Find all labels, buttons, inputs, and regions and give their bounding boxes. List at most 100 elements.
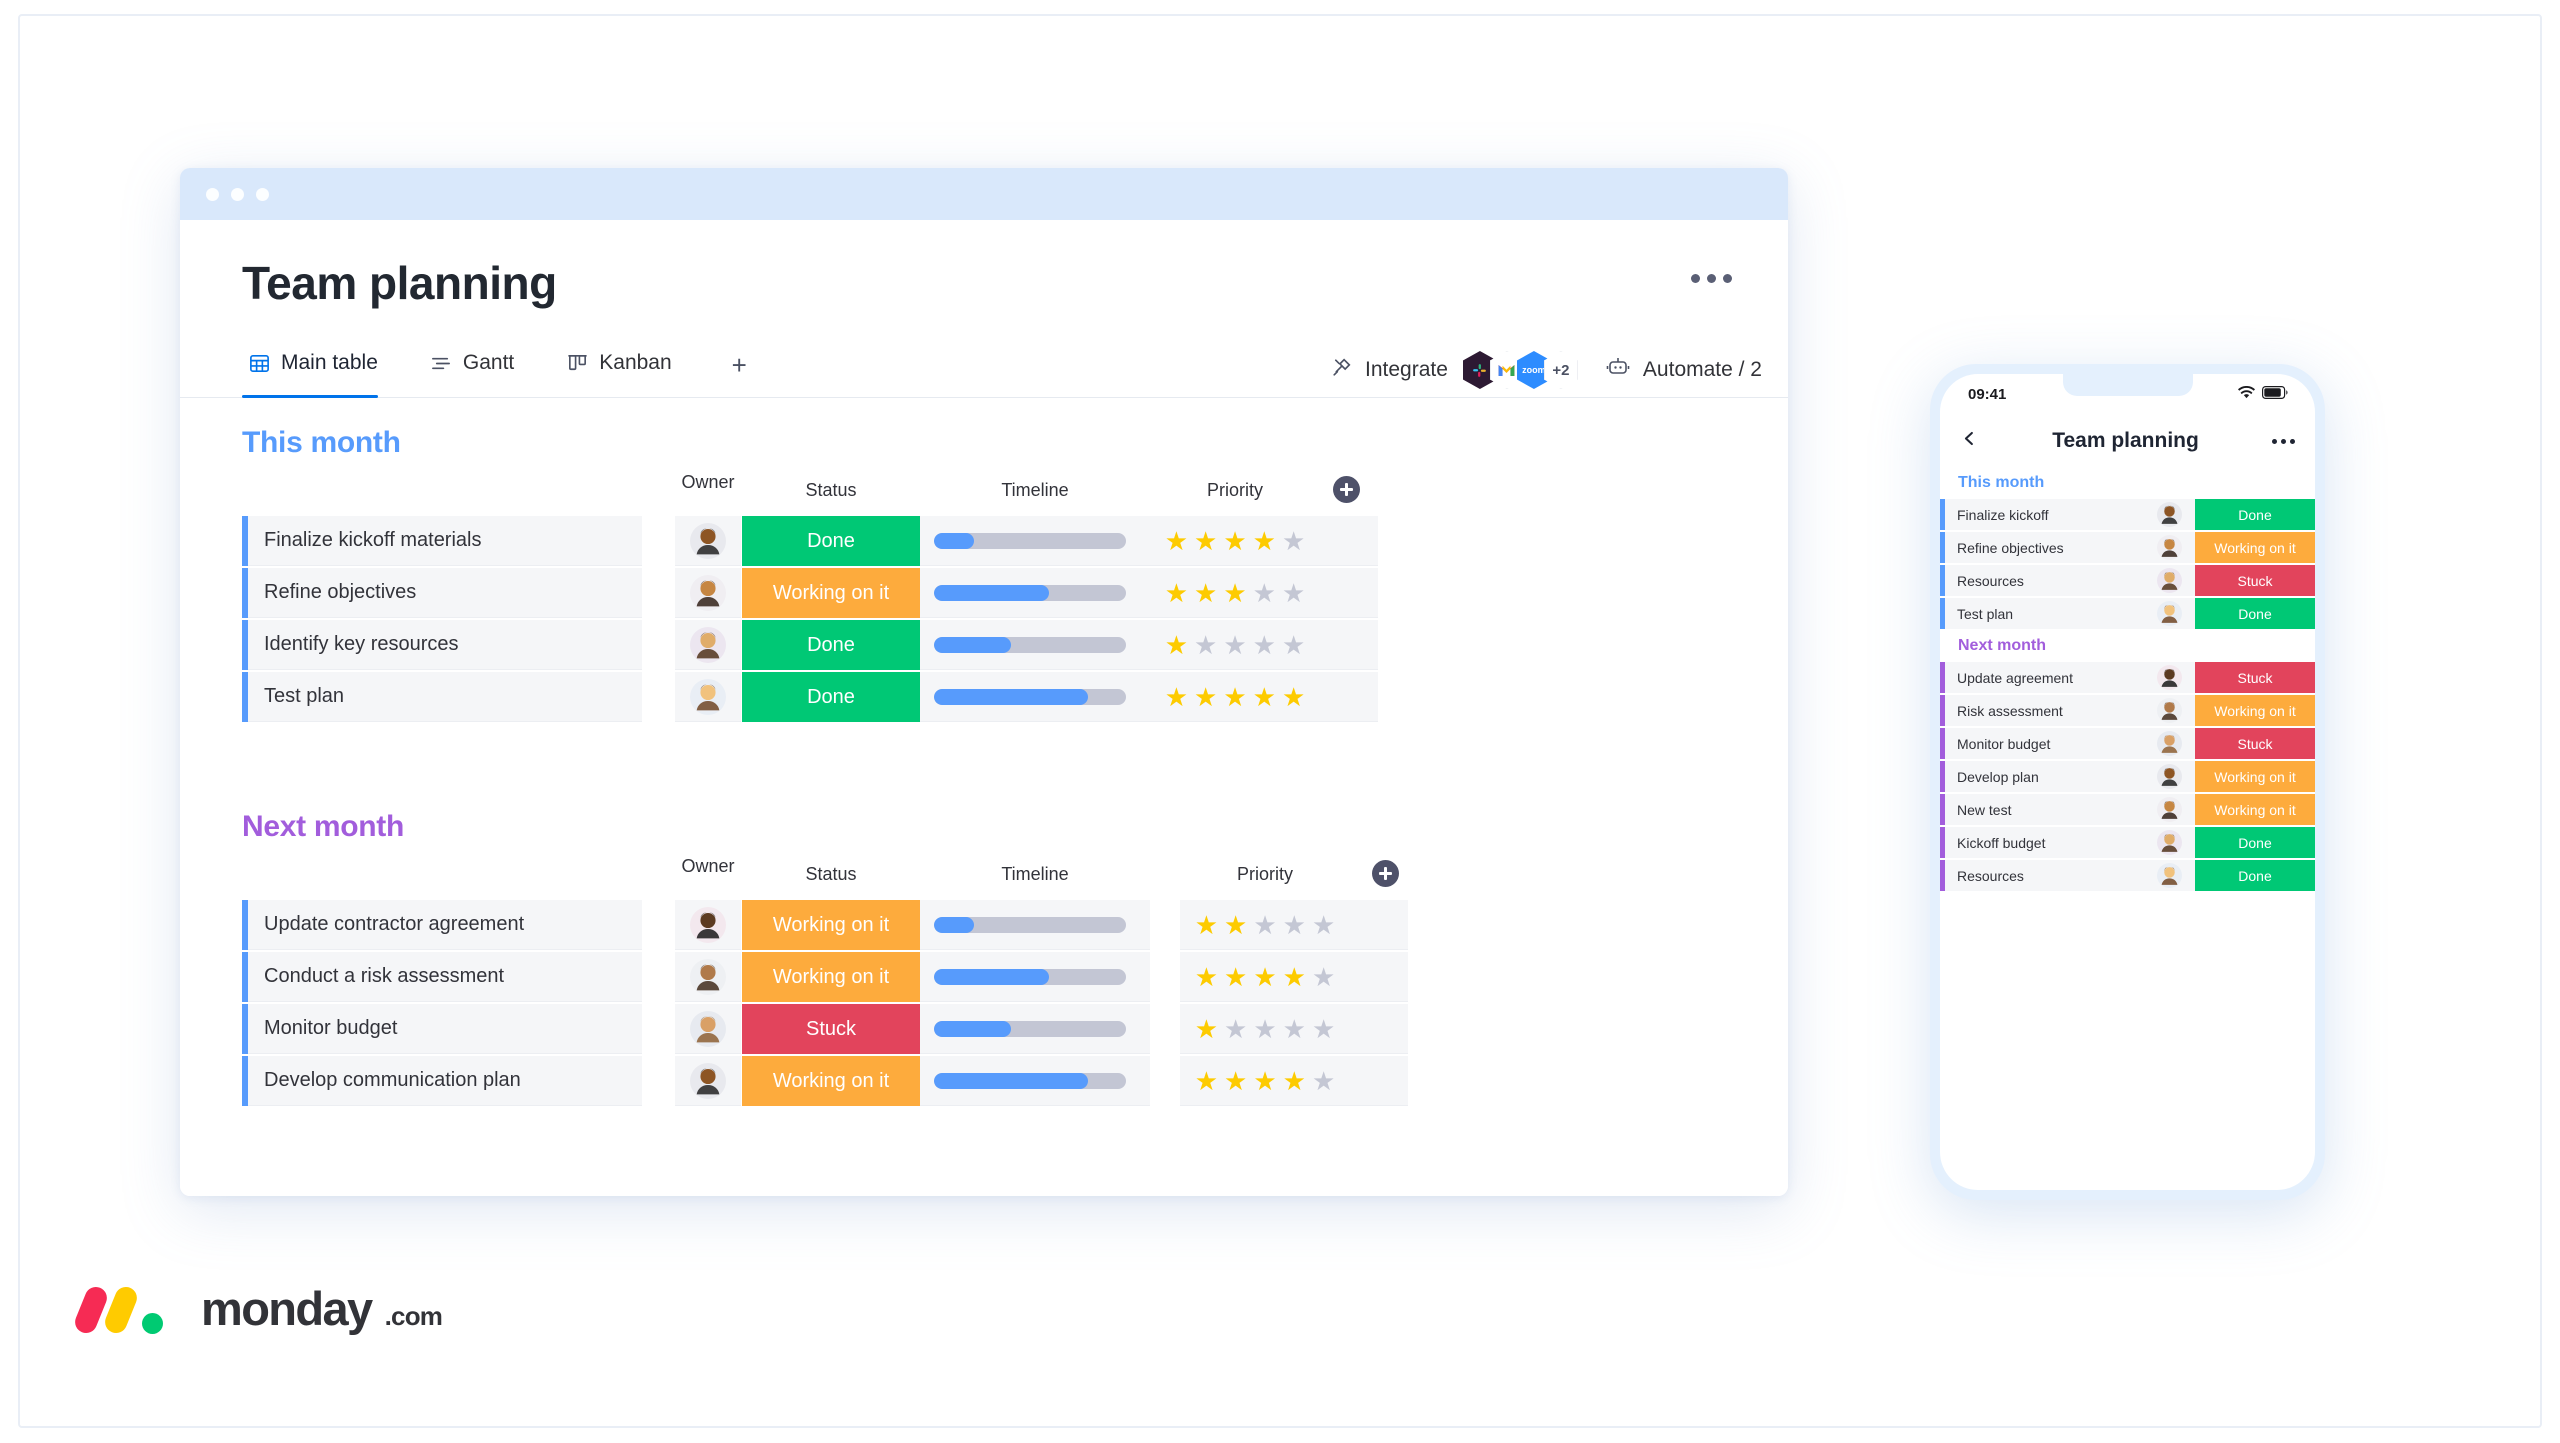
row-timeline-cell[interactable] [920, 1004, 1150, 1054]
mobile-row-owner[interactable] [2143, 565, 2195, 596]
row-owner-cell[interactable] [675, 620, 741, 670]
more-integrations-badge[interactable]: +2 [1544, 351, 1578, 389]
priority-star[interactable]: ★ [1165, 684, 1188, 710]
row-priority-cell[interactable]: ★★★★★ [1150, 620, 1320, 670]
mobile-status-badge[interactable]: Stuck [2195, 728, 2315, 759]
priority-star[interactable]: ★ [1195, 1016, 1218, 1042]
priority-star[interactable]: ★ [1253, 684, 1276, 710]
avatar[interactable] [2157, 568, 2182, 593]
row-empty-cell[interactable] [1320, 568, 1378, 618]
priority-star[interactable]: ★ [1253, 580, 1276, 606]
mobile-row-owner[interactable] [2143, 728, 2195, 759]
priority-star[interactable]: ★ [1165, 528, 1188, 554]
priority-star[interactable]: ★ [1312, 912, 1335, 938]
row-priority-cell[interactable]: ★★★★★ [1150, 568, 1320, 618]
window-close-dot[interactable] [206, 188, 219, 201]
priority-star[interactable]: ★ [1283, 964, 1306, 990]
mobile-list-item[interactable]: ResourcesDone [1940, 860, 2315, 891]
mobile-status-badge[interactable]: Stuck [2195, 662, 2315, 693]
mobile-list-item[interactable]: Kickoff budgetDone [1940, 827, 2315, 858]
avatar[interactable] [2157, 764, 2182, 789]
avatar[interactable] [690, 907, 726, 943]
row-priority-cell[interactable]: ★★★★★ [1180, 1004, 1350, 1054]
row-owner-cell[interactable] [675, 516, 741, 566]
priority-star[interactable]: ★ [1253, 912, 1276, 938]
priority-star[interactable]: ★ [1283, 912, 1306, 938]
timeline-progress-track[interactable] [934, 917, 1126, 933]
avatar[interactable] [690, 523, 726, 559]
mobile-list-item[interactable]: Refine objectivesWorking on it [1940, 532, 2315, 563]
mobile-row-owner[interactable] [2143, 499, 2195, 530]
row-priority-cell[interactable]: ★★★★★ [1150, 516, 1320, 566]
mobile-group-title[interactable]: This month [1940, 468, 2315, 499]
avatar[interactable] [690, 1063, 726, 1099]
row-status-cell[interactable]: Done [742, 620, 920, 670]
mobile-row-owner[interactable] [2143, 860, 2195, 891]
avatar[interactable] [2157, 665, 2182, 690]
mobile-list-item[interactable]: ResourcesStuck [1940, 565, 2315, 596]
integrate-button[interactable]: Integrate [1315, 351, 1592, 389]
mobile-status-badge[interactable]: Working on it [2195, 794, 2315, 825]
row-timeline-cell[interactable] [920, 952, 1150, 1002]
row-empty-cell[interactable] [1320, 620, 1378, 670]
avatar[interactable] [690, 627, 726, 663]
mobile-status-badge[interactable]: Stuck [2195, 565, 2315, 596]
priority-star[interactable]: ★ [1223, 684, 1246, 710]
row-empty-cell[interactable] [1320, 672, 1378, 722]
avatar[interactable] [690, 679, 726, 715]
avatar[interactable] [2157, 502, 2182, 527]
priority-star[interactable]: ★ [1195, 964, 1218, 990]
tab-kanban[interactable]: Kanban [560, 342, 693, 398]
window-minimize-dot[interactable] [231, 188, 244, 201]
row-priority-cell[interactable]: ★★★★★ [1150, 672, 1320, 722]
row-owner-cell[interactable] [675, 1056, 741, 1106]
priority-star[interactable]: ★ [1282, 632, 1305, 658]
row-status-cell[interactable]: Working on it [742, 568, 920, 618]
row-timeline-cell[interactable] [920, 672, 1150, 722]
priority-star[interactable]: ★ [1283, 1016, 1306, 1042]
priority-star[interactable]: ★ [1194, 528, 1217, 554]
avatar[interactable] [2157, 698, 2182, 723]
row-owner-cell[interactable] [675, 900, 741, 950]
window-maximize-dot[interactable] [256, 188, 269, 201]
row-empty-cell[interactable] [1350, 900, 1408, 950]
priority-star[interactable]: ★ [1253, 1068, 1276, 1094]
row-empty-cell[interactable] [1350, 952, 1408, 1002]
avatar[interactable] [690, 1011, 726, 1047]
mobile-row-owner[interactable] [2143, 532, 2195, 563]
row-name-cell[interactable]: Test plan [242, 672, 642, 722]
row-status-cell[interactable]: Done [742, 516, 920, 566]
avatar[interactable] [690, 575, 726, 611]
mobile-row-owner[interactable] [2143, 827, 2195, 858]
table-row[interactable]: Monitor budgetStuck★★★★★ [180, 1004, 1788, 1054]
avatar[interactable] [2157, 830, 2182, 855]
timeline-progress-track[interactable] [934, 1021, 1126, 1037]
priority-star[interactable]: ★ [1312, 1068, 1335, 1094]
mobile-status-badge[interactable]: Done [2195, 860, 2315, 891]
row-owner-cell[interactable] [675, 1004, 741, 1054]
row-status-cell[interactable]: Stuck [742, 1004, 920, 1054]
avatar[interactable] [2157, 863, 2182, 888]
row-name-cell[interactable]: Finalize kickoff materials [242, 516, 642, 566]
mobile-row-owner[interactable] [2143, 662, 2195, 693]
mobile-list-item[interactable]: Develop planWorking on it [1940, 761, 2315, 792]
priority-star[interactable]: ★ [1194, 684, 1217, 710]
priority-star[interactable]: ★ [1194, 580, 1217, 606]
avatar[interactable] [2157, 797, 2182, 822]
mobile-overflow-menu-button[interactable] [2272, 439, 2295, 444]
row-priority-cell[interactable]: ★★★★★ [1180, 900, 1350, 950]
timeline-progress-track[interactable] [934, 533, 1126, 549]
table-row[interactable]: Conduct a risk assessmentWorking on it★★… [180, 952, 1788, 1002]
row-empty-cell[interactable] [1320, 516, 1378, 566]
priority-star[interactable]: ★ [1312, 964, 1335, 990]
row-owner-cell[interactable] [675, 952, 741, 1002]
board-overflow-menu-button[interactable] [1691, 274, 1732, 283]
priority-star[interactable]: ★ [1253, 528, 1276, 554]
priority-star[interactable]: ★ [1224, 964, 1247, 990]
priority-star[interactable]: ★ [1282, 528, 1305, 554]
priority-star[interactable]: ★ [1223, 528, 1246, 554]
priority-star[interactable]: ★ [1282, 684, 1305, 710]
row-name-cell[interactable]: Conduct a risk assessment [242, 952, 642, 1002]
timeline-progress-track[interactable] [934, 585, 1126, 601]
avatar[interactable] [2157, 731, 2182, 756]
